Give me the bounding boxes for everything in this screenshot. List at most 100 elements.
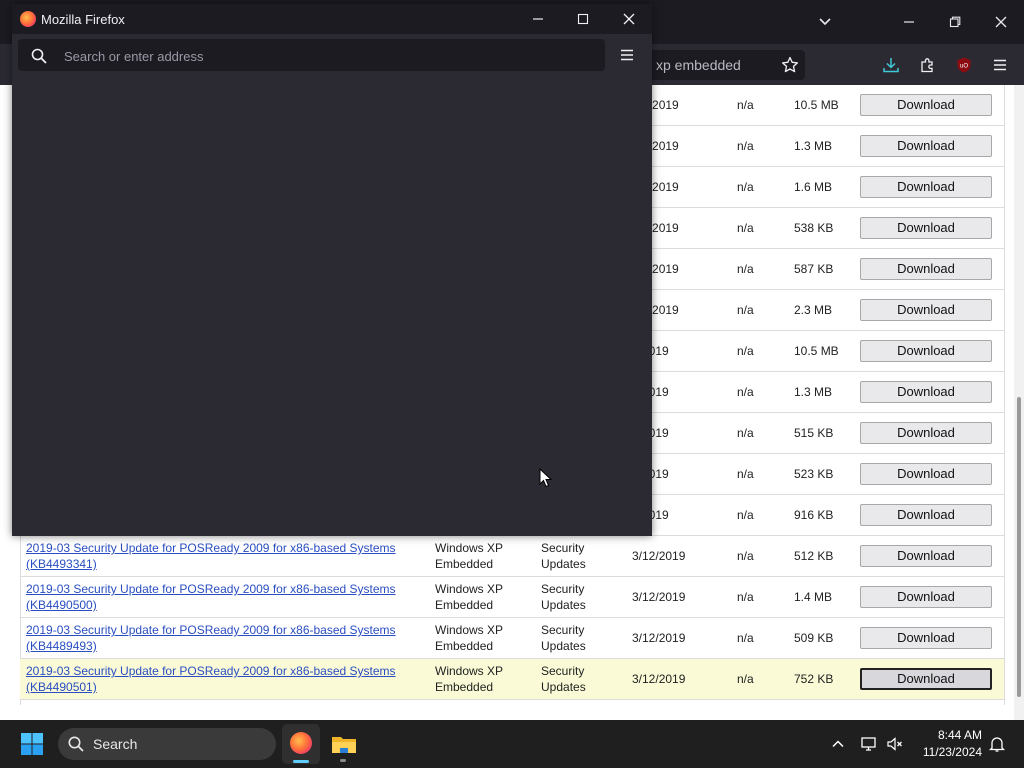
version-cell: n/a bbox=[731, 494, 788, 536]
size-cell: 523 KB bbox=[788, 453, 860, 495]
download-cell: Download bbox=[860, 412, 1004, 454]
download-cell: Download bbox=[860, 617, 1004, 659]
size-cell: 538 KB bbox=[788, 207, 860, 249]
size-cell: 1.3 MB bbox=[788, 371, 860, 413]
download-button[interactable]: Download bbox=[860, 627, 992, 649]
scrollbar-thumb[interactable] bbox=[1017, 397, 1021, 697]
ublock-origin-button[interactable]: uO bbox=[952, 53, 976, 77]
update-title-text: 2019-03 Security Update for POSReady 200… bbox=[26, 541, 396, 555]
size-cell: 587 KB bbox=[788, 248, 860, 290]
clock-time[interactable]: 8:44 AM bbox=[920, 728, 982, 742]
download-button[interactable]: Download bbox=[860, 94, 992, 116]
close-button[interactable] bbox=[606, 4, 652, 34]
version-cell: n/a bbox=[731, 85, 788, 126]
back-close-button[interactable] bbox=[978, 0, 1024, 44]
hamburger-menu-icon bbox=[621, 49, 633, 61]
download-cell: Download bbox=[860, 535, 1004, 577]
extensions-button[interactable] bbox=[916, 53, 940, 77]
version-cell: n/a bbox=[731, 125, 788, 167]
last-updated-cell: 3/12/2019 bbox=[626, 535, 731, 577]
firefox-content-area[interactable] bbox=[12, 76, 652, 536]
update-title-text: 2019-03 Security Update for POSReady 200… bbox=[26, 582, 396, 596]
update-title-cell: 2019-03 Security Update for POSReady 200… bbox=[20, 658, 429, 700]
taskbar-file-explorer-button[interactable] bbox=[330, 730, 358, 762]
update-title-link[interactable]: 2019-03 Security Update for POSReady 200… bbox=[26, 623, 396, 653]
download-button[interactable]: Download bbox=[860, 504, 992, 526]
download-button[interactable]: Download bbox=[860, 422, 992, 444]
back-address-text[interactable]: xp embedded bbox=[656, 57, 741, 73]
product-line-2: Embedded bbox=[435, 639, 494, 653]
product-line-2: Embedded bbox=[435, 680, 494, 694]
address-input[interactable] bbox=[62, 46, 586, 66]
back-app-menu-button[interactable] bbox=[988, 53, 1012, 77]
firefox-logo-icon bbox=[20, 11, 36, 27]
classification-line-2: Updates bbox=[541, 680, 586, 694]
update-title-cell: 2019-03 Security Update for POSReady 200… bbox=[20, 617, 429, 659]
version-cell: n/a bbox=[731, 166, 788, 208]
update-title-link[interactable]: 2019-03 Security Update for POSReady 200… bbox=[26, 582, 396, 612]
download-button[interactable]: Download bbox=[860, 217, 992, 239]
clock-date[interactable]: 11/23/2024 bbox=[900, 745, 982, 759]
download-cell: Download bbox=[860, 494, 1004, 536]
update-title-link[interactable]: 2019-03 Security Update for POSReady 200… bbox=[26, 541, 396, 571]
windows-logo-icon bbox=[21, 733, 43, 755]
notifications-button[interactable] bbox=[988, 735, 1006, 753]
table-row: 2019-03 Security Update for POSReady 200… bbox=[20, 535, 1004, 577]
minimize-icon bbox=[904, 21, 914, 23]
size-cell: 752 KB bbox=[788, 658, 860, 700]
download-cell: Download bbox=[860, 371, 1004, 413]
version-cell: n/a bbox=[731, 412, 788, 454]
update-kb-number: (KB4490500) bbox=[26, 598, 97, 612]
download-button[interactable]: Download bbox=[860, 668, 992, 690]
table-row: 2019-03 Security Update for POSReady 200… bbox=[20, 658, 1004, 700]
downloads-button[interactable] bbox=[879, 53, 903, 77]
product-cell: Windows XP Embedded bbox=[429, 576, 535, 618]
download-cell: Download bbox=[860, 453, 1004, 495]
product-cell: Windows XP Embedded bbox=[429, 617, 535, 659]
size-cell: 10.5 MB bbox=[788, 85, 860, 126]
show-hidden-icons-button[interactable] bbox=[830, 736, 846, 752]
puzzle-icon bbox=[921, 58, 933, 73]
back-minimize-button[interactable] bbox=[886, 0, 932, 44]
update-title-text: 2019-03 Security Update for POSReady 200… bbox=[26, 664, 396, 678]
download-button[interactable]: Download bbox=[860, 135, 992, 157]
product-line-1: Windows XP bbox=[435, 541, 504, 555]
minimize-button[interactable] bbox=[515, 4, 561, 34]
folder-icon bbox=[332, 737, 356, 753]
download-button[interactable]: Download bbox=[860, 463, 992, 485]
start-button[interactable] bbox=[20, 732, 44, 756]
download-button[interactable]: Download bbox=[860, 258, 992, 280]
download-button[interactable]: Download bbox=[860, 381, 992, 403]
update-title-link[interactable]: 2019-03 Security Update for POSReady 200… bbox=[26, 664, 396, 694]
maximize-icon bbox=[577, 13, 589, 25]
size-cell: 1.3 MB bbox=[788, 125, 860, 167]
download-cell: Download bbox=[860, 289, 1004, 331]
taskbar-firefox-button[interactable] bbox=[282, 724, 320, 764]
download-button[interactable]: Download bbox=[860, 586, 992, 608]
chevron-up-icon bbox=[832, 740, 844, 748]
size-cell: 1.6 MB bbox=[788, 166, 860, 208]
classification-line-1: Security bbox=[541, 623, 585, 637]
bookmark-star-button[interactable] bbox=[778, 53, 802, 77]
download-cell: Download bbox=[860, 166, 1004, 208]
product-line-1: Windows XP bbox=[435, 623, 504, 637]
taskbar-search[interactable] bbox=[58, 728, 276, 760]
download-button[interactable]: Download bbox=[860, 176, 992, 198]
download-cell: Download bbox=[860, 248, 1004, 290]
back-restore-button[interactable] bbox=[932, 0, 978, 44]
download-button[interactable]: Download bbox=[860, 340, 992, 362]
taskbar-search-label: Search bbox=[93, 736, 138, 752]
app-menu-button[interactable] bbox=[618, 46, 636, 64]
maximize-button[interactable] bbox=[560, 4, 606, 34]
update-kb-number: (KB4490501) bbox=[26, 680, 97, 694]
restore-icon bbox=[949, 16, 961, 28]
product-line-1: Windows XP bbox=[435, 582, 504, 596]
classification-line-1: Security bbox=[541, 582, 585, 596]
network-status-button[interactable] bbox=[860, 735, 878, 753]
hamburger-menu-icon bbox=[994, 59, 1006, 71]
download-button[interactable]: Download bbox=[860, 545, 992, 567]
version-cell: n/a bbox=[731, 535, 788, 577]
list-all-tabs-button[interactable] bbox=[802, 0, 848, 44]
page-scrollbar[interactable] bbox=[1014, 85, 1024, 720]
download-button[interactable]: Download bbox=[860, 299, 992, 321]
